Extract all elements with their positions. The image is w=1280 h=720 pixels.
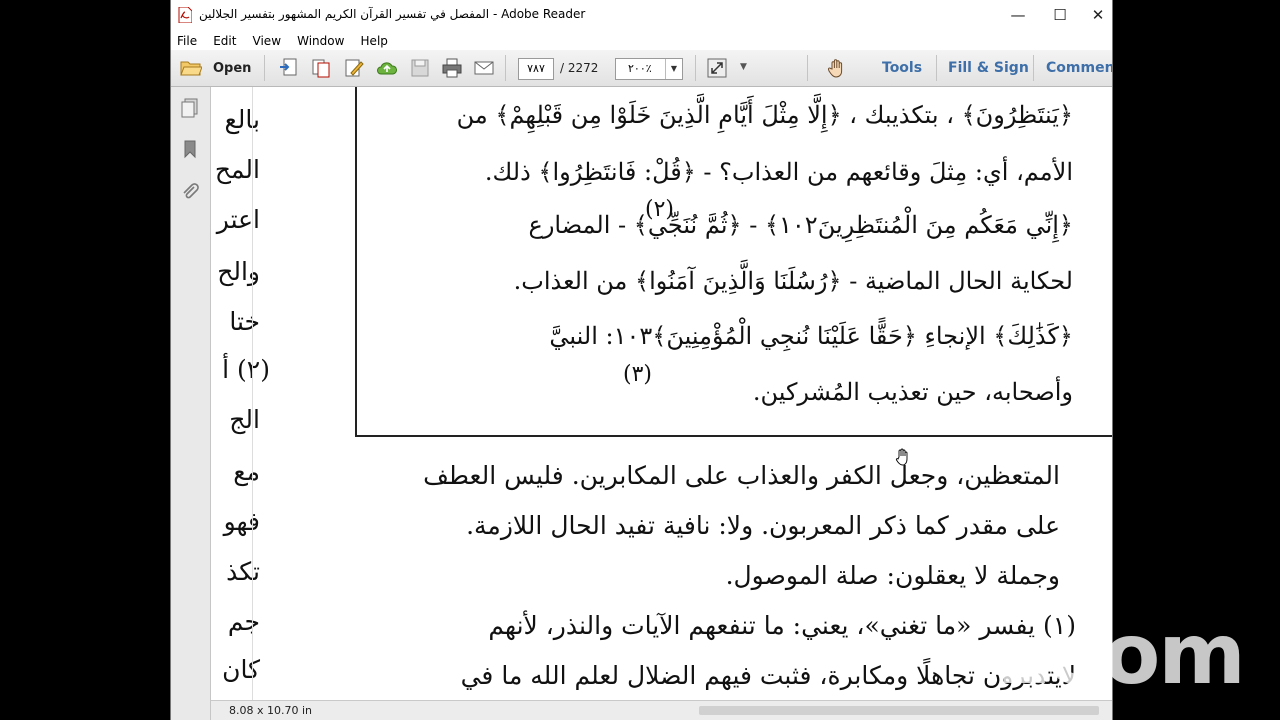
minimize-button[interactable]: —: [995, 0, 1041, 30]
save-icon[interactable]: [409, 57, 431, 79]
toolbar-divider: [807, 55, 808, 81]
box-line: لحكاية الحال الماضية - ﴿رُسُلَنَا وَالَّ…: [513, 267, 1073, 295]
menu-edit[interactable]: Edit: [207, 31, 241, 48]
adobe-reader-window: المفصل في تفسير القرآن الكريم المشهور بت…: [170, 0, 1113, 720]
open-button[interactable]: Open: [213, 61, 251, 76]
menu-help[interactable]: Help: [355, 31, 393, 48]
combine-files-icon[interactable]: [310, 57, 332, 79]
close-button[interactable]: ✕: [1083, 0, 1112, 30]
menu-file[interactable]: File: [171, 31, 202, 48]
box-line: ﴿يَنتَظِرُونَ﴾ ، بتكذيبك ، ﴿إِلَّا مِثْل…: [456, 101, 1073, 129]
menu-bar: File Edit View Window Help: [171, 30, 1112, 50]
toolbar-divider: [695, 55, 696, 81]
page-gap: [211, 87, 253, 700]
page-total-label: / 2272: [560, 61, 599, 75]
horizontal-scrollbar[interactable]: [699, 706, 1099, 715]
toolbar-divider: [264, 55, 265, 81]
menu-view[interactable]: View: [247, 31, 286, 48]
status-bar: 8.08 x 10.70 in: [211, 700, 1112, 720]
print-icon[interactable]: [441, 57, 463, 79]
box-line: وأصحابه، حين تعذيب المُشركين.: [752, 378, 1073, 406]
page-size-label: 8.08 x 10.70 in: [229, 704, 313, 717]
zoom-value: ٢٠٠٪: [628, 62, 652, 75]
page-thumbnails-icon[interactable]: [180, 98, 200, 118]
chevron-down-icon[interactable]: ▼: [665, 59, 682, 79]
fill-sign-button[interactable]: Fill & Sign: [948, 60, 1029, 76]
page-number-input[interactable]: ٧٨٧: [518, 58, 554, 80]
body-line: وجملة لا يعقلون: صلة الموصول.: [725, 561, 1060, 590]
window-title: المفصل في تفسير القرآن الكريم المشهور بت…: [199, 7, 586, 21]
hand-cursor-icon: [895, 448, 908, 466]
toolbar-divider: [505, 55, 506, 81]
maximize-button[interactable]: ☐: [1037, 0, 1083, 30]
footnote-marker-3[interactable]: (٣): [623, 362, 652, 387]
tools-button[interactable]: Tools: [882, 60, 922, 76]
zoom-select[interactable]: ٢٠٠٪ ▼: [615, 58, 683, 80]
zoom-watermark-logo: zoom: [1000, 605, 1246, 703]
toolbar-divider: [936, 55, 937, 81]
toolbar-divider: [1033, 55, 1034, 81]
box-line: الأمم، أي: مِثلَ وقائعهم من العذاب؟ - ﴿ق…: [484, 158, 1073, 186]
open-folder-icon[interactable]: [180, 57, 202, 79]
fit-window-icon[interactable]: [706, 57, 728, 79]
body-line: المتعظين، وجعل الكفر والعذاب على المكابر…: [423, 461, 1060, 490]
box-line: ﴿إِنِّي مَعَكُم مِنَ الْمُنتَظِرِينَ١٠٢﴾…: [528, 211, 1074, 239]
body-line: على مقدر كما ذكر المعربون. ولا: نافية تف…: [466, 511, 1060, 540]
hand-tool-icon[interactable]: [826, 57, 848, 79]
footnote-line: لايتدبرون تجاهلًا ومكابرة، فثبت فيهم الض…: [460, 661, 1076, 690]
box-line: ﴿كَذَٰلِكَ﴾ الإنجاءِ ﴿حَقًّا عَلَيْنَا ن…: [549, 322, 1073, 350]
document-view[interactable]: بالع المح اعتر والح ختا (٢) أ الج مع فهو…: [211, 87, 1112, 700]
title-bar: المفصل في تفسير القرآن الكريم المشهور بت…: [171, 0, 1112, 30]
create-pdf-icon[interactable]: [278, 57, 300, 79]
menu-window[interactable]: Window: [291, 31, 349, 48]
edit-document-icon[interactable]: [343, 57, 365, 79]
toolbar: Open ٧٨٧ / 2272 ٢٠٠٪ ▼ ▼ Tools Fill & Si…: [171, 50, 1112, 87]
adobe-pdf-icon: [178, 7, 192, 23]
upload-cloud-icon[interactable]: [376, 57, 398, 79]
footnote-marker-2[interactable]: (٢): [645, 197, 674, 222]
navigation-pane: [171, 87, 211, 720]
email-icon[interactable]: [473, 57, 495, 79]
footnote-line: (١) يفسر «ما تغني»، يعني: ما تنفعهم الآي…: [488, 611, 1076, 640]
comment-button[interactable]: Comment: [1046, 60, 1112, 76]
chevron-down-icon[interactable]: ▼: [740, 62, 747, 72]
bookmarks-icon[interactable]: [180, 139, 200, 159]
attachments-icon[interactable]: [180, 181, 200, 201]
